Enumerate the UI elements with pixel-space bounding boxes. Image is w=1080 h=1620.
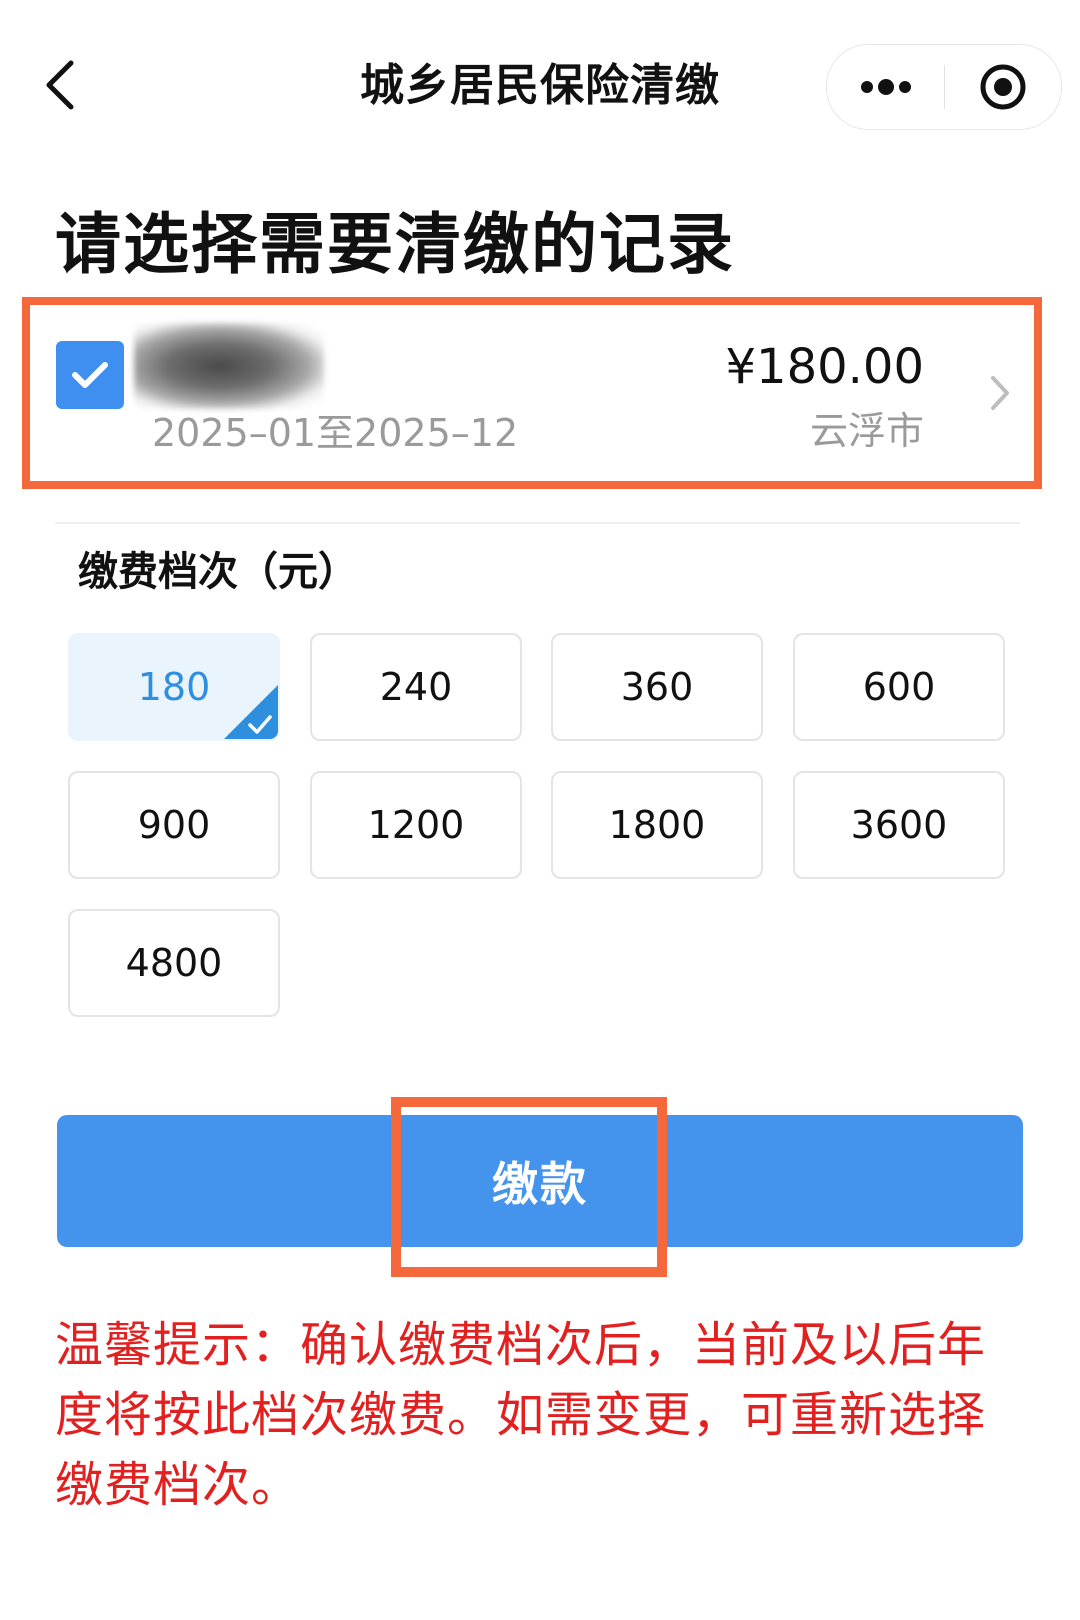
tier-option[interactable]: 4800 bbox=[68, 909, 280, 1017]
tier-option[interactable]: 600 bbox=[793, 633, 1005, 741]
more-button[interactable] bbox=[827, 45, 944, 129]
tier-option[interactable]: 1800 bbox=[551, 771, 763, 879]
pay-button-highlight-frame bbox=[391, 1097, 667, 1277]
tier-option[interactable]: 3600 bbox=[793, 771, 1005, 879]
tier-option[interactable]: 900 bbox=[68, 771, 280, 879]
chevron-left-icon bbox=[46, 60, 74, 110]
tier-option[interactable]: 360 bbox=[551, 633, 763, 741]
section-divider bbox=[55, 522, 1020, 524]
page-title: 城乡居民保险清缴 bbox=[360, 60, 720, 111]
section-heading: 请选择需要清缴的记录 bbox=[55, 206, 735, 283]
tier-option-label: 900 bbox=[137, 803, 211, 847]
tier-option-label: 4800 bbox=[125, 941, 223, 985]
more-dots-icon bbox=[860, 79, 911, 95]
back-button[interactable] bbox=[30, 50, 90, 120]
tier-option-label: 1200 bbox=[367, 803, 465, 847]
tier-option[interactable]: 240 bbox=[310, 633, 522, 741]
capsule-close-icon bbox=[980, 64, 1026, 110]
tier-option[interactable]: 1200 bbox=[310, 771, 522, 879]
tier-option-label: 180 bbox=[137, 665, 211, 709]
navigation-bar: 城乡居民保险清缴 bbox=[0, 0, 1080, 170]
tier-option-label: 360 bbox=[620, 665, 694, 709]
tier-option-label: 3600 bbox=[850, 803, 948, 847]
warm-tip-notice: 温馨提示：确认缴费档次后，当前及以后年度将按此档次缴费。如需变更，可重新选择缴费… bbox=[55, 1317, 987, 1513]
tier-option-label: 240 bbox=[379, 665, 453, 709]
record-highlight-frame bbox=[22, 297, 1042, 489]
tier-option[interactable]: 180 bbox=[68, 633, 280, 741]
tier-section-title: 缴费档次（元） bbox=[78, 549, 358, 595]
mini-program-capsule bbox=[826, 44, 1062, 130]
close-mini-program-button[interactable] bbox=[945, 45, 1061, 129]
tier-option-label: 1800 bbox=[608, 803, 706, 847]
tier-option-label: 600 bbox=[862, 665, 936, 709]
corner-check-icon bbox=[224, 685, 278, 739]
